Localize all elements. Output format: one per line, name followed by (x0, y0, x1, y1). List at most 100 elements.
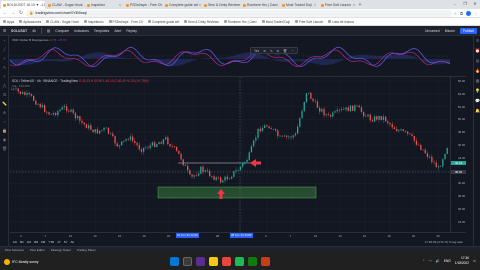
range-button[interactable]: 5D (20, 240, 24, 244)
browser-tab[interactable]: Sem & Dmty Reviews × (202, 1, 240, 9)
publish-button[interactable]: Publish (459, 27, 477, 34)
data-window-icon[interactable]: ▤ (474, 56, 480, 66)
chevron-up-icon[interactable]: ⌃ (422, 259, 425, 263)
symbol-search[interactable]: SOLUSDT (11, 29, 27, 33)
alert-button[interactable]: Alert (114, 29, 121, 33)
close-tab-icon[interactable]: × (119, 3, 121, 7)
magnet-icon[interactable]: ∩ (0, 117, 9, 126)
file-explorer-icon[interactable] (209, 257, 218, 266)
floating-toolbar-item[interactable]: Yes (254, 49, 259, 53)
notifications-icon[interactable]: ▭ (473, 259, 476, 263)
task-view-icon[interactable] (196, 257, 205, 266)
extensions-icon[interactable]: ⧉ (460, 11, 463, 16)
weather-widget[interactable]: 5°C Mostly sunny (4, 258, 38, 265)
bookmark-item[interactable]: Lista de lectura (328, 20, 354, 24)
bookmark-item[interactable]: Aplicaciones (19, 20, 41, 24)
back-arrow-icon[interactable]: ← (2, 10, 8, 16)
bottom-panel-tab[interactable]: Pine Screener (5, 248, 24, 252)
browser-tab[interactable]: BOLDUSDT 16.15 ▼ -1.88% B× (1, 1, 45, 9)
replay-button[interactable]: Replay (126, 29, 137, 33)
menu-icon[interactable]: ☰ (3, 29, 6, 33)
star-icon[interactable]: ☆ (454, 11, 458, 16)
bookmark-item[interactable]: Most Traded Doji (261, 20, 290, 24)
browser-tab[interactable]: PSDsInspe - Free Ch× (124, 1, 162, 9)
powerpoint-icon[interactable] (261, 257, 270, 266)
floating-toolbar-item[interactable]: ··· (291, 49, 294, 53)
range-button[interactable]: 6M (41, 240, 45, 244)
trash-icon[interactable]: 🗑 (0, 144, 9, 153)
browser-tab[interactable]: Complete guide wit × (163, 1, 201, 9)
alerts-icon[interactable]: ⏰ (474, 46, 480, 56)
clock[interactable]: 17:36 1/18/2022 (455, 256, 469, 265)
volume-icon[interactable]: 🔊 (436, 259, 440, 263)
range-button[interactable]: YTD (48, 240, 54, 244)
timezone-and-scale[interactable]: 17:36:09 (UTC-5) % log auto (425, 240, 463, 244)
bookmark-item[interactable]: CLAW - Sugar Hook (46, 20, 79, 24)
indicator-pane[interactable]: VMC Cipher B Divergences -0.71 +35.95 Ye… (9, 37, 465, 75)
close-tab-icon[interactable]: × (199, 3, 201, 7)
minimize-button[interactable]: – (450, 0, 460, 8)
hotlist-icon[interactable]: 🔥 (474, 66, 480, 76)
range-button[interactable]: All (71, 240, 74, 244)
search-icon[interactable] (183, 257, 192, 266)
floating-toolbar-item[interactable]: ⧉ (277, 49, 279, 53)
chat-icon[interactable]: 💬 (474, 96, 480, 106)
eye-icon[interactable]: ◉ (0, 135, 9, 144)
brush-icon[interactable]: ✎ (0, 63, 9, 72)
spotify-icon[interactable] (235, 257, 244, 266)
browser-tab[interactable]: Most Traded Doji × (280, 1, 318, 9)
crosshair-icon[interactable]: + (0, 36, 9, 45)
forward-arrow-icon[interactable]: → (10, 10, 16, 16)
main-chart-pane[interactable]: SOL / TetherUS · 4h · BINANCE · TradingV… (10, 77, 450, 232)
ideas-icon[interactable]: 💡 (474, 86, 480, 96)
excel-icon[interactable] (248, 257, 257, 266)
language-indicator[interactable]: ENG (444, 259, 451, 263)
bookmark-item[interactable]: Complete guide wit (147, 20, 179, 24)
bottom-panel-tab[interactable]: Trading Panel (77, 248, 96, 252)
profile-avatar[interactable] (466, 10, 471, 16)
watchlist-button[interactable]: Bitcoin (445, 29, 455, 33)
chrome-icon[interactable] (222, 257, 231, 266)
watchlist-icon[interactable]: ☰ (474, 36, 480, 46)
text-icon[interactable]: T (0, 72, 9, 81)
close-window-button[interactable]: ✕ (470, 0, 480, 8)
indicators-button[interactable]: Indicators (74, 29, 89, 33)
bottom-panel-tab[interactable]: Pine Editor (30, 248, 45, 252)
floating-toolbar-item[interactable]: ⚙ (263, 49, 266, 53)
start-icon[interactable] (170, 257, 179, 266)
layout-name[interactable]: Unnamed (425, 29, 440, 33)
fib-icon[interactable]: ≡ (0, 54, 9, 63)
browser-tab[interactable]: Inspektor × (85, 1, 123, 9)
prediction-icon[interactable]: ⇅ (0, 90, 9, 99)
wifi-icon[interactable]: ◠ (429, 259, 432, 263)
chart-type-icon[interactable]: ▥ (47, 29, 50, 33)
pattern-icon[interactable]: ⋀ (0, 81, 9, 90)
ruler-icon[interactable]: 📏 (0, 99, 9, 108)
range-button[interactable]: 1Y (57, 240, 61, 244)
range-button[interactable]: 1D (13, 240, 17, 244)
calendar-icon[interactable]: ▦ (474, 76, 480, 86)
maximize-button[interactable]: ❐ (460, 0, 470, 8)
templates-button[interactable]: Templates (94, 29, 109, 33)
floating-toolbar-item[interactable]: 🗑 (283, 49, 287, 53)
notifications-icon[interactable]: 🔔 (474, 106, 480, 116)
close-tab-icon[interactable]: × (314, 3, 316, 7)
price-axis[interactable]: 34.0036.0038.0040.0042.0044.0046.0048.00… (450, 77, 466, 232)
compare-button[interactable]: Compare (55, 29, 69, 33)
range-button[interactable]: 5Y (64, 240, 68, 244)
browser-tab[interactable]: CLAW - Sugar Hook× (46, 1, 84, 9)
browser-tab[interactable]: Rumbere Hrc | Canv× (241, 1, 279, 9)
menu-icon[interactable]: ⋮ (474, 11, 478, 16)
bookmark-item[interactable]: Rumbere Hrc | Canv (223, 20, 257, 24)
bookmark-item[interactable]: Sem & Dmty Reviews (183, 20, 219, 24)
bookmark-item[interactable]: Inspektorio (83, 20, 104, 24)
range-button[interactable]: 3M (34, 240, 38, 244)
bookmark-item[interactable]: Free Soft Launch (294, 20, 323, 24)
interval-button[interactable]: 4h (32, 29, 36, 33)
floating-toolbar-item[interactable]: ✎ (270, 49, 273, 53)
trendline-icon[interactable]: ╱ (0, 45, 9, 54)
bookmark-item[interactable]: Apps (3, 20, 14, 24)
browser-tab[interactable]: Free Soft Launch × (319, 1, 357, 9)
lock-drawings-icon[interactable]: 🔒 (0, 126, 9, 135)
bottom-panel-tab[interactable]: Strategy Tester (51, 248, 71, 252)
